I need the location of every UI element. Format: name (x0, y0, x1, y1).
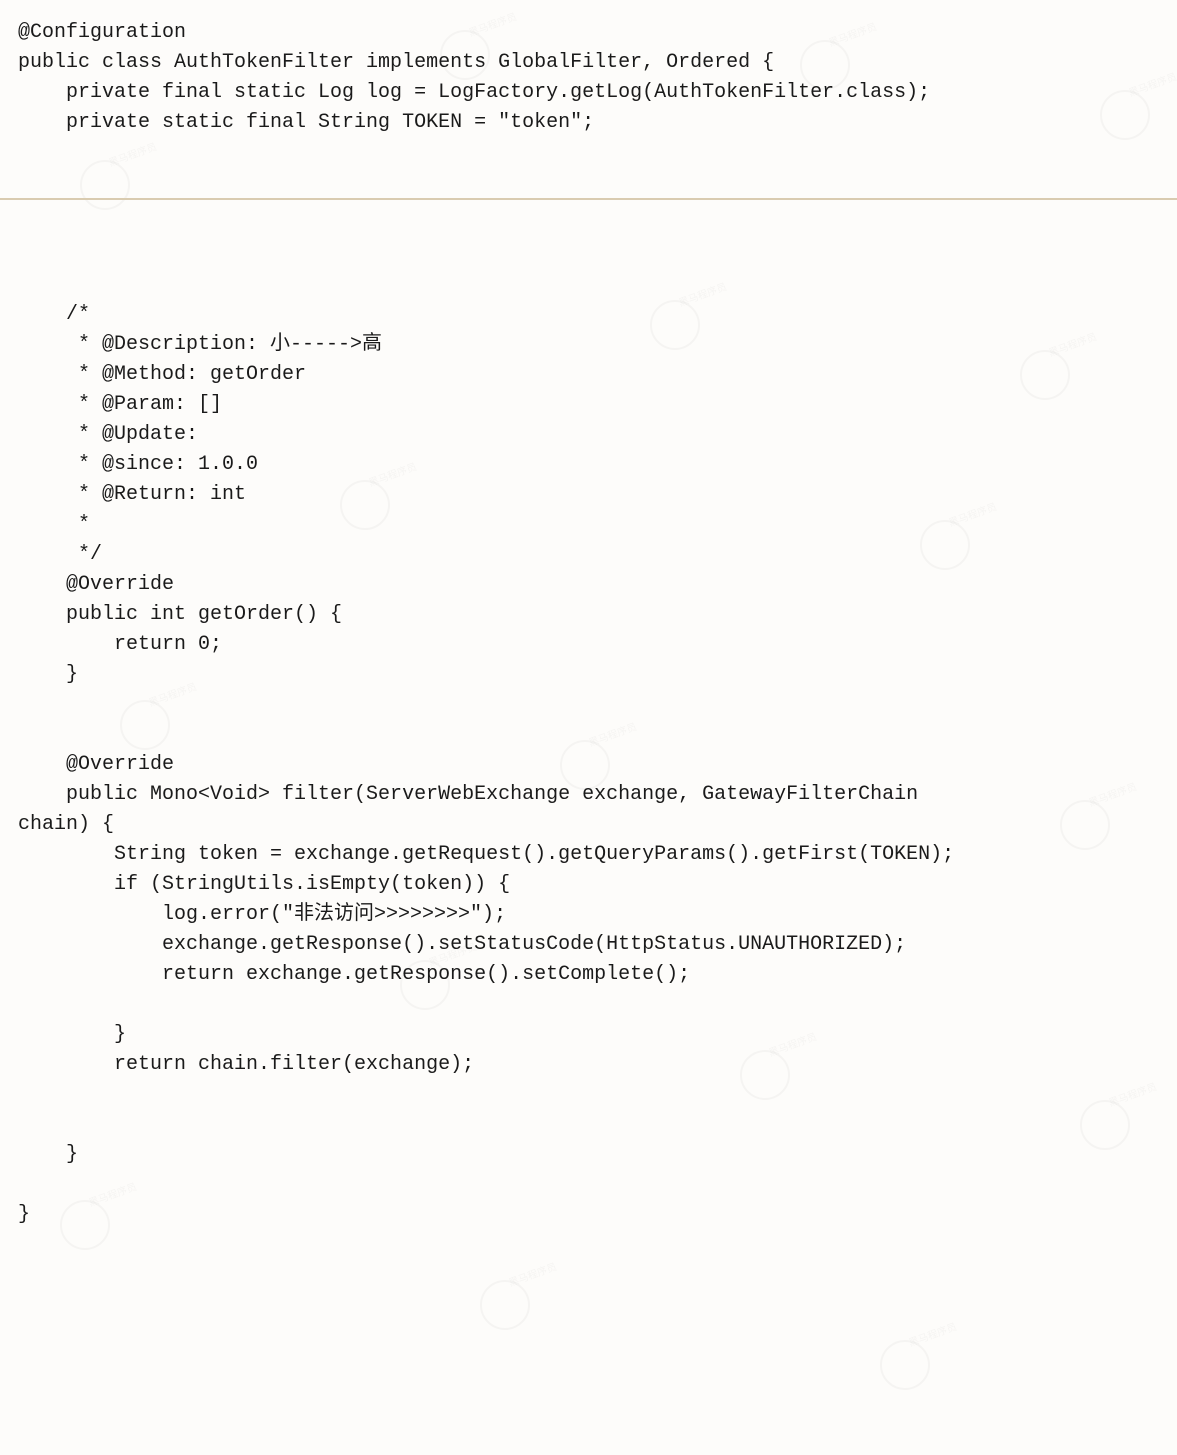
code-lower-block: /* * @Description: 小----->高 * @Method: g… (0, 200, 1177, 1230)
watermark-icon (880, 1340, 930, 1390)
code-upper-block: @Configuration public class AuthTokenFil… (0, 0, 1177, 200)
watermark-icon (480, 1280, 530, 1330)
